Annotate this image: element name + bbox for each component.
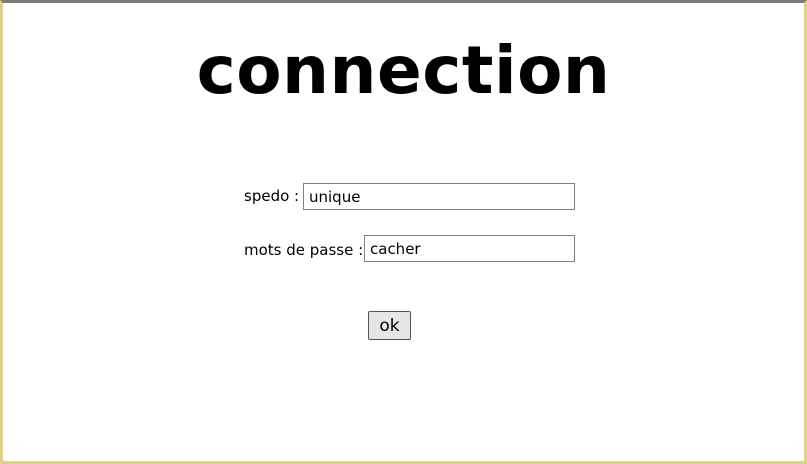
username-label: spedo : [244, 187, 300, 205]
page-title: connection [196, 32, 611, 109]
password-label: mots de passe : [244, 241, 364, 259]
username-input[interactable] [303, 183, 575, 210]
login-window: connection spedo : mots de passe : ok [0, 0, 807, 464]
scrollbar-indicator [480, 0, 710, 2]
ok-button[interactable]: ok [368, 311, 411, 340]
password-input[interactable] [364, 235, 575, 262]
